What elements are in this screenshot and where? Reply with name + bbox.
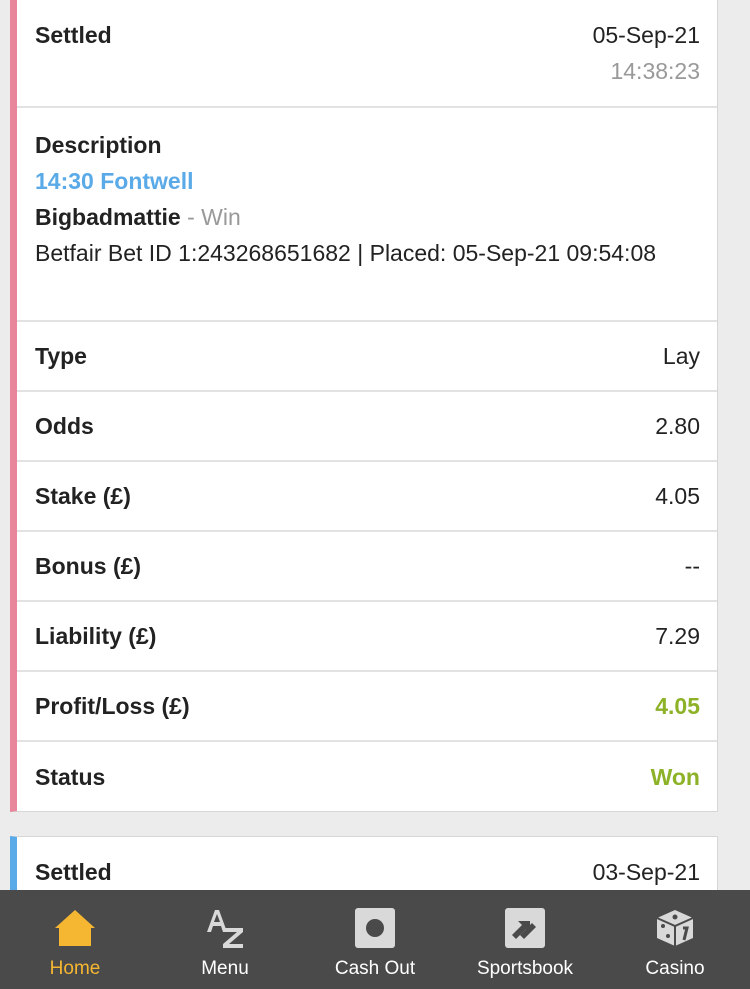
settled-date: 03-Sep-21	[592, 859, 700, 885]
row-value: --	[684, 552, 700, 579]
row-liability: Liability (£) 7.29	[17, 602, 717, 672]
nav-label: Home	[49, 958, 101, 979]
nav-cash-out[interactable]: Cash Out	[300, 890, 450, 989]
nav-label: Casino	[645, 958, 705, 979]
runner-name: Bigbadmattie	[35, 204, 181, 230]
market-name: Win	[201, 204, 241, 230]
row-label: Stake (£)	[35, 482, 131, 509]
bottom-nav: Home Menu Cash Out Sportsbook Casino	[0, 890, 750, 989]
status-value: Won	[650, 763, 700, 790]
home-icon	[53, 906, 97, 950]
selection-line: Bigbadmattie - Win	[35, 199, 700, 235]
settled-label: Settled	[35, 859, 112, 885]
row-value: 2.80	[655, 412, 700, 439]
row-status: Status Won	[17, 742, 717, 811]
row-label: Profit/Loss (£)	[35, 692, 190, 719]
description-label: Description	[35, 132, 162, 158]
row-type: Type Lay	[17, 322, 717, 392]
row-value: 4.05	[655, 692, 700, 719]
nav-menu[interactable]: Menu	[150, 890, 300, 989]
settled-label: Settled	[35, 22, 112, 48]
row-label: Type	[35, 342, 87, 369]
row-bonus: Bonus (£) --	[17, 532, 717, 602]
dice-icon	[653, 906, 697, 950]
nav-home[interactable]: Home	[0, 890, 150, 989]
row-label: Odds	[35, 412, 94, 439]
row-value: Lay	[662, 342, 700, 369]
nav-label: Menu	[201, 958, 249, 979]
az-icon	[203, 906, 247, 950]
nav-label: Cash Out	[334, 958, 416, 979]
nav-sportsbook[interactable]: Sportsbook	[450, 890, 600, 989]
selection-separator: -	[180, 204, 202, 230]
row-label: Status	[35, 763, 106, 790]
event-link[interactable]: 14:30 Fontwell	[35, 163, 700, 199]
bet-card: Settled 05-Sep-21 14:38:23 Description 1…	[10, 0, 718, 812]
row-odds: Odds 2.80	[17, 392, 717, 462]
settled-time: 14:38:23	[610, 58, 700, 84]
row-stake: Stake (£) 4.05	[17, 462, 717, 532]
bet-info: Betfair Bet ID 1:243268651682 | Placed: …	[35, 240, 657, 266]
cash-out-icon	[353, 906, 397, 950]
bet-header: Settled 05-Sep-21 14:38:23	[17, 0, 717, 108]
bet-description: Description 14:30 Fontwell Bigbadmattie …	[17, 108, 717, 322]
row-value: 7.29	[655, 622, 700, 649]
nav-casino[interactable]: Casino	[600, 890, 750, 989]
nav-label: Sportsbook	[476, 958, 574, 979]
row-label: Bonus (£)	[35, 552, 142, 579]
row-value: 4.05	[655, 482, 700, 509]
sportsbook-icon	[503, 906, 547, 950]
row-label: Liability (£)	[35, 622, 157, 649]
settled-date: 05-Sep-21	[592, 22, 700, 48]
row-profit-loss: Profit/Loss (£) 4.05	[17, 672, 717, 742]
